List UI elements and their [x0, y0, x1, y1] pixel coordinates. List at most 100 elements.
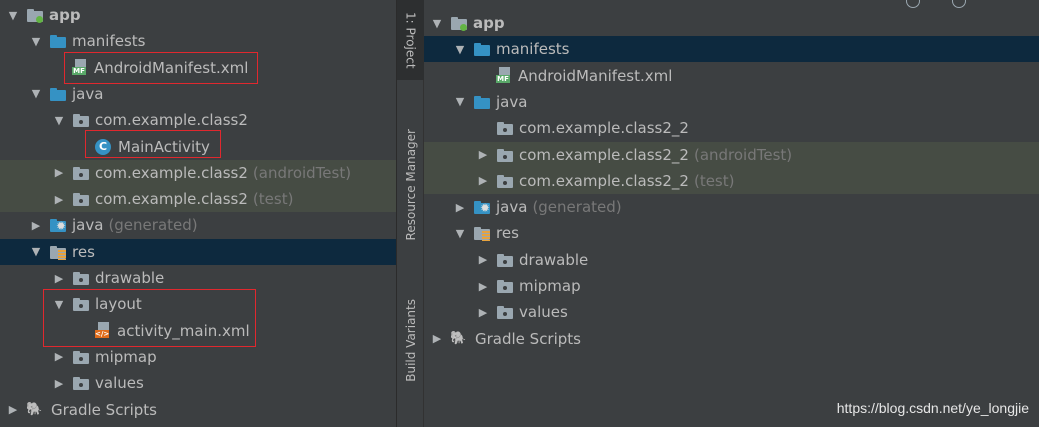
- res-folder-icon: [473, 225, 491, 242]
- folder-blue-icon: [49, 33, 67, 49]
- expanded-arrow-icon[interactable]: ▼: [29, 87, 43, 101]
- tree-row[interactable]: ▶ drawable: [0, 265, 396, 291]
- package-icon: [496, 173, 514, 189]
- tab-resource-manager[interactable]: Resource Manager: [397, 110, 424, 260]
- collapsed-arrow-icon[interactable]: ▶: [29, 218, 43, 232]
- gradle-icon: 🐘: [26, 401, 43, 417]
- tree-row-label: app: [49, 6, 81, 24]
- expanded-arrow-icon[interactable]: ▼: [52, 113, 66, 127]
- package-icon: [496, 147, 514, 163]
- collapsed-arrow-icon[interactable]: ▶: [52, 376, 66, 390]
- tree-row[interactable]: ▶ values: [0, 370, 396, 396]
- tree-row[interactable]: ▼ app: [0, 2, 396, 28]
- collapsed-arrow-icon[interactable]: ▶: [476, 174, 490, 188]
- annotation-box-mainactivity: [85, 130, 221, 158]
- tree-row[interactable]: ▶ com.example.class2 (test): [0, 186, 396, 213]
- tree-row[interactable]: ▼ manifests: [0, 28, 396, 54]
- collapsed-arrow-icon[interactable]: ▶: [52, 271, 66, 285]
- expanded-arrow-icon[interactable]: ▼: [6, 8, 20, 22]
- package-icon: [72, 270, 90, 286]
- right-project-tree: ▼ app ▼ manifests ▶ MF AndroidManifest.xml ▼ jav…: [424, 0, 1039, 427]
- tree-row[interactable]: ▶ com.example.class2 (androidTest): [0, 159, 396, 186]
- package-icon: [496, 252, 514, 268]
- expanded-arrow-icon[interactable]: ▼: [430, 16, 444, 30]
- generated-folder-icon: ✹: [473, 199, 491, 215]
- collapsed-arrow-icon[interactable]: ▶: [52, 192, 66, 206]
- expanded-arrow-icon[interactable]: ▼: [453, 226, 467, 240]
- folder-blue-icon: [473, 94, 491, 110]
- res-folder-icon: [49, 244, 67, 260]
- tree-row-label: res: [72, 242, 95, 261]
- tab-build-variants[interactable]: Build Variants: [397, 285, 424, 395]
- collapsed-arrow-icon[interactable]: ▶: [430, 332, 444, 346]
- tree-row-label: mipmap: [519, 277, 581, 295]
- tree-row-label: java: [72, 84, 104, 103]
- tree-row-label: drawable: [519, 250, 589, 269]
- tree-row[interactable]: ▼ app: [424, 10, 1039, 36]
- tree-row-label: java: [72, 216, 104, 235]
- package-icon: [72, 191, 90, 207]
- annotation-box-layout: [43, 289, 256, 347]
- collapsed-arrow-icon[interactable]: ▶: [476, 279, 490, 293]
- tree-row-label: com.example.class2_2: [519, 145, 689, 164]
- collapsed-arrow-icon[interactable]: ▶: [476, 305, 490, 319]
- collapsed-arrow-icon[interactable]: ▶: [52, 350, 66, 364]
- tree-row-suffix: (test): [252, 190, 294, 209]
- tree-row-label: Gradle Scripts: [51, 400, 157, 419]
- tree-row[interactable]: ▶ 🐘 Gradle Scripts: [424, 326, 1039, 352]
- tree-row[interactable]: ▼ java: [424, 89, 1039, 115]
- collapsed-arrow-icon[interactable]: ▶: [453, 200, 467, 214]
- tree-row[interactable]: ▶ ✹ java (generated): [0, 212, 396, 238]
- left-project-tree: ▼app▼manifests▶MFAndroidManifest.xml▼jav…: [0, 0, 396, 427]
- tree-row[interactable]: ▶ drawable: [424, 247, 1039, 273]
- tree-row[interactable]: ▶ com.example.class2_2 (androidTest): [424, 141, 1039, 168]
- tree-row-suffix: (generated): [108, 216, 198, 235]
- package-icon: [72, 112, 90, 128]
- tree-row-label: res: [496, 224, 519, 243]
- package-icon: [72, 375, 90, 391]
- tree-row[interactable]: ▼ res: [0, 238, 396, 265]
- tree-row[interactable]: ▶ 🐘 Gradle Scripts: [0, 397, 396, 423]
- expanded-arrow-icon[interactable]: ▼: [453, 95, 467, 109]
- tab-project[interactable]: 1: Project: [397, 0, 424, 80]
- tree-row-label: AndroidManifest.xml: [518, 66, 673, 85]
- expanded-arrow-icon[interactable]: ▼: [29, 245, 43, 259]
- expanded-arrow-icon[interactable]: ▼: [29, 34, 43, 48]
- module-icon: [450, 15, 468, 31]
- tree-row-label: java: [496, 198, 528, 217]
- tree-row-label: com.example.class2_2: [519, 171, 689, 190]
- package-icon: [496, 120, 514, 136]
- tree-row[interactable]: ▶MFAndroidManifest.xml: [424, 63, 1039, 89]
- collapsed-arrow-icon[interactable]: ▶: [52, 166, 66, 180]
- tree-row[interactable]: ▶ values: [424, 299, 1039, 325]
- generated-folder-icon: ✹: [49, 217, 67, 233]
- tree-row-label: Gradle Scripts: [475, 329, 581, 348]
- collapsed-arrow-icon[interactable]: ▶: [6, 403, 20, 417]
- folder-blue-icon: [49, 86, 67, 102]
- expanded-arrow-icon[interactable]: ▼: [453, 42, 467, 56]
- tree-row-label: manifests: [496, 40, 570, 59]
- tree-row-suffix: (generated): [532, 198, 622, 217]
- manifest-file-icon: MF: [496, 66, 512, 85]
- tree-row[interactable]: ▶com.example.class2_2: [424, 115, 1039, 141]
- settings-icon[interactable]: [952, 0, 966, 8]
- tree-row-label: com.example.class2: [95, 190, 248, 209]
- tree-row[interactable]: ▶ mipmap: [424, 273, 1039, 299]
- tree-row[interactable]: ▼ manifests: [424, 36, 1039, 63]
- tree-row-label: mipmap: [95, 347, 157, 366]
- tree-row[interactable]: ▼ java: [0, 81, 396, 107]
- tree-row[interactable]: ▼ res: [424, 220, 1039, 246]
- tree-row[interactable]: ▶ ✹ java (generated): [424, 194, 1039, 220]
- watermark: https://blog.csdn.net/ye_longjie: [836, 400, 1029, 416]
- collapsed-arrow-icon[interactable]: ▶: [476, 148, 490, 162]
- module-icon: [26, 7, 44, 23]
- tree-row-label: drawable: [95, 269, 165, 287]
- package-icon: [496, 278, 514, 294]
- tab-build-variants-label: Build Variants: [403, 298, 418, 382]
- collapsed-arrow-icon[interactable]: ▶: [476, 253, 490, 267]
- package-icon: [72, 165, 90, 181]
- tree-row[interactable]: ▶ com.example.class2_2 (test): [424, 167, 1039, 194]
- tree-row[interactable]: ▶ mipmap: [0, 344, 396, 370]
- globe-icon[interactable]: [906, 0, 920, 8]
- tree-row-label: com.example.class2: [95, 111, 248, 130]
